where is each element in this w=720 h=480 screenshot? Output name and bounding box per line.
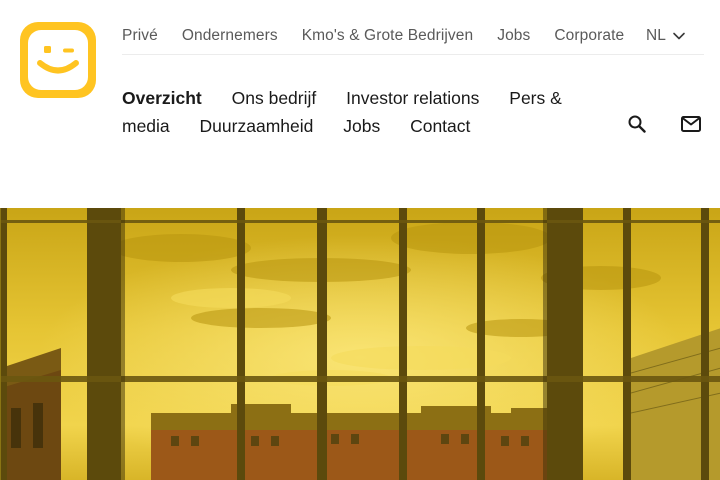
topnav-item-prive[interactable]: Privé xyxy=(122,27,158,45)
nav-item-jobs[interactable]: Jobs xyxy=(343,116,380,136)
topnav-item-jobs[interactable]: Jobs xyxy=(497,27,530,45)
nav-item-contact[interactable]: Contact xyxy=(410,116,470,136)
top-navigation: Privé Ondernemers Kmo's & Grote Bedrijve… xyxy=(122,18,704,55)
nav-item-overzicht[interactable]: Overzicht xyxy=(122,88,202,108)
main-navigation: Overzicht Ons bedrijf Investor relations… xyxy=(122,84,592,140)
topnav-item-kmos[interactable]: Kmo's & Grote Bedrijven xyxy=(302,27,474,45)
nav-item-duurzaamheid[interactable]: Duurzaamheid xyxy=(200,116,314,136)
chevron-down-icon xyxy=(672,29,686,43)
search-icon[interactable] xyxy=(625,112,649,136)
telenet-logo-icon xyxy=(20,22,96,98)
telenet-logo[interactable] xyxy=(18,20,98,100)
language-selector[interactable]: NL xyxy=(646,18,686,54)
topnav-item-ondernemers[interactable]: Ondernemers xyxy=(182,27,278,45)
hero-window-illustration xyxy=(1,208,720,480)
mail-icon[interactable] xyxy=(679,112,703,136)
nav-item-investor-relations[interactable]: Investor relations xyxy=(346,88,479,108)
topnav-item-corporate[interactable]: Corporate xyxy=(554,27,624,45)
page: Privé Ondernemers Kmo's & Grote Bedrijve… xyxy=(0,0,720,480)
hero-image xyxy=(0,208,720,480)
nav-item-ons-bedrijf[interactable]: Ons bedrijf xyxy=(232,88,317,108)
language-label: NL xyxy=(646,27,666,44)
